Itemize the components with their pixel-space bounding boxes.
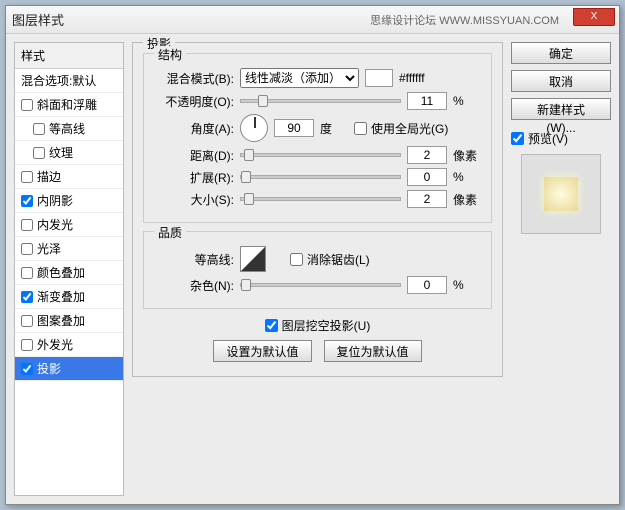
sidebar-item-1[interactable]: 等高线: [15, 117, 123, 141]
hex-value: #ffffff: [399, 71, 425, 85]
quality-legend: 品质: [154, 224, 186, 241]
spread-label: 扩展(R):: [154, 169, 234, 186]
sidebar-check-6[interactable]: [21, 243, 33, 255]
angle-dial[interactable]: [240, 114, 268, 142]
sidebar-check-9[interactable]: [21, 315, 33, 327]
sidebar-check-5[interactable]: [21, 219, 33, 231]
opacity-slider[interactable]: [240, 99, 401, 103]
sidebar-item-4[interactable]: 内阴影: [15, 189, 123, 213]
noise-slider[interactable]: [240, 283, 401, 287]
px-unit: 像素: [453, 147, 481, 164]
size-label: 大小(S):: [154, 191, 234, 208]
sidebar-check-2[interactable]: [33, 147, 45, 159]
sidebar-item-8[interactable]: 渐变叠加: [15, 285, 123, 309]
sidebar-head[interactable]: 样式: [15, 43, 123, 69]
set-default-button[interactable]: 设置为默认值: [213, 340, 311, 362]
sidebar-check-11[interactable]: [21, 363, 33, 375]
spread-slider[interactable]: [240, 175, 401, 179]
noise-value[interactable]: 0: [407, 276, 447, 294]
sidebar-label-7: 颜色叠加: [37, 264, 85, 281]
contour-picker[interactable]: [240, 246, 266, 272]
distance-label: 距离(D):: [154, 147, 234, 164]
distance-slider[interactable]: [240, 153, 401, 157]
titlebar[interactable]: 图层样式 思缘设计论坛 WWW.MISSYUAN.COM X: [6, 6, 619, 34]
sidebar-item-5[interactable]: 内发光: [15, 213, 123, 237]
sidebar-check-8[interactable]: [21, 291, 33, 303]
sidebar-check-10[interactable]: [21, 339, 33, 351]
sidebar-label-1: 等高线: [49, 120, 85, 137]
distance-value[interactable]: 2: [407, 146, 447, 164]
opacity-value[interactable]: 11: [407, 92, 447, 110]
blend-mode-label: 混合模式(B):: [154, 70, 234, 87]
sidebar-label-10: 外发光: [37, 336, 73, 353]
sidebar-item-3[interactable]: 描边: [15, 165, 123, 189]
window-title: 图层样式: [12, 10, 64, 29]
preview-checkbox[interactable]: 预览(V): [511, 130, 568, 147]
sidebar-check-3[interactable]: [21, 171, 33, 183]
blend-mode-select[interactable]: 线性减淡（添加）: [240, 68, 359, 88]
cancel-button[interactable]: 取消: [511, 70, 611, 92]
sidebar-item-11[interactable]: 投影: [15, 357, 123, 381]
sidebar-label-11: 投影: [37, 360, 61, 377]
size-slider[interactable]: [240, 197, 401, 201]
sidebar-check-7[interactable]: [21, 267, 33, 279]
sidebar-label-3: 描边: [37, 168, 61, 185]
contour-label: 等高线:: [154, 251, 234, 268]
knockout-checkbox[interactable]: 图层挖空投影(U): [265, 317, 371, 334]
sidebar-check-4[interactable]: [21, 195, 33, 207]
new-style-button[interactable]: 新建样式(W)...: [511, 98, 611, 120]
sidebar-label-9: 图案叠加: [37, 312, 85, 329]
brand-text: 思缘设计论坛 WWW.MISSYUAN.COM: [370, 12, 559, 28]
sidebar-check-0[interactable]: [21, 99, 33, 111]
structure-legend: 结构: [154, 46, 186, 63]
sidebar-label-0: 斜面和浮雕: [37, 96, 97, 113]
sidebar-blend-options[interactable]: 混合选项:默认: [15, 69, 123, 93]
sidebar-label-8: 渐变叠加: [37, 288, 85, 305]
spread-value[interactable]: 0: [407, 168, 447, 186]
noise-label: 杂色(N):: [154, 277, 234, 294]
opacity-label: 不透明度(O):: [154, 93, 234, 110]
angle-label: 角度(A):: [154, 120, 234, 137]
sidebar-item-6[interactable]: 光泽: [15, 237, 123, 261]
sidebar-item-9[interactable]: 图案叠加: [15, 309, 123, 333]
antialias-checkbox[interactable]: 消除锯齿(L): [290, 251, 370, 268]
color-swatch[interactable]: [365, 69, 393, 87]
sidebar-item-10[interactable]: 外发光: [15, 333, 123, 357]
angle-value[interactable]: 90: [274, 119, 314, 137]
sidebar-item-2[interactable]: 纹理: [15, 141, 123, 165]
sidebar-check-1[interactable]: [33, 123, 45, 135]
close-button[interactable]: X: [573, 8, 615, 26]
styles-sidebar: 样式 混合选项:默认 斜面和浮雕等高线纹理描边内阴影内发光光泽颜色叠加渐变叠加图…: [14, 42, 124, 496]
quality-group: 品质 等高线: 消除锯齿(L) 杂色(N): 0 %: [143, 231, 492, 309]
drop-shadow-panel: 投影 结构 混合模式(B): 线性减淡（添加） #ffffff 不透明度(O):…: [132, 42, 503, 377]
sidebar-item-7[interactable]: 颜色叠加: [15, 261, 123, 285]
reset-default-button[interactable]: 复位为默认值: [324, 340, 422, 362]
structure-group: 结构 混合模式(B): 线性减淡（添加） #ffffff 不透明度(O): 11…: [143, 53, 492, 223]
pct-unit: %: [453, 94, 481, 108]
sidebar-label-2: 纹理: [49, 144, 73, 161]
right-panel: 确定 取消 新建样式(W)... 预览(V): [511, 42, 611, 496]
sidebar-label-5: 内发光: [37, 216, 73, 233]
preview-box: [521, 154, 601, 234]
ok-button[interactable]: 确定: [511, 42, 611, 64]
sidebar-label-4: 内阴影: [37, 192, 73, 209]
size-value[interactable]: 2: [407, 190, 447, 208]
deg-unit: 度: [320, 120, 348, 137]
sidebar-item-0[interactable]: 斜面和浮雕: [15, 93, 123, 117]
global-light-checkbox[interactable]: 使用全局光(G): [354, 120, 448, 137]
sidebar-label-6: 光泽: [37, 240, 61, 257]
layer-style-dialog: 图层样式 思缘设计论坛 WWW.MISSYUAN.COM X 样式 混合选项:默…: [5, 5, 620, 505]
